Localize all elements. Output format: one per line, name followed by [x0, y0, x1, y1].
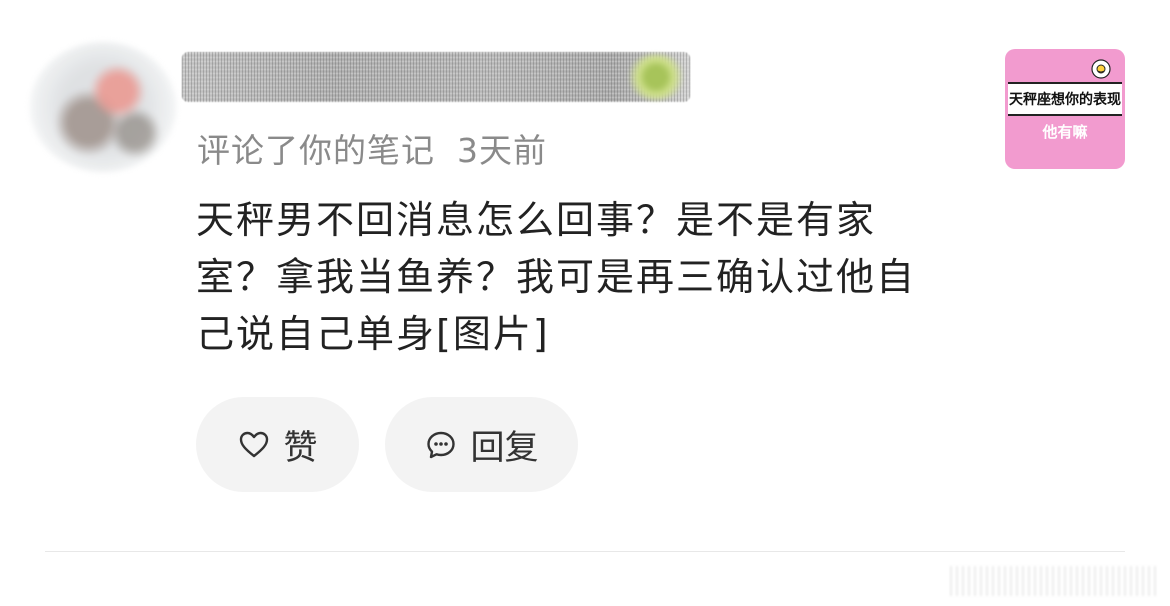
note-thumbnail[interactable]: 天秤座想你的表现 他有嘛	[1005, 49, 1125, 169]
watermark-blurred	[950, 566, 1160, 596]
thumbnail-subtitle: 他有嘛	[1042, 123, 1088, 141]
comment-time: 3天前	[457, 131, 547, 170]
user-avatar[interactable]	[30, 42, 176, 172]
heart-icon	[238, 429, 270, 461]
divider	[45, 551, 1125, 552]
like-label: 赞	[283, 428, 318, 468]
meta-action-text: 评论了你的笔记	[197, 131, 435, 170]
comment-text: 天秤男不回消息怎么回事？是不是有家室？拿我当鱼养？我可是再三确认过他自己说自己单…	[196, 198, 917, 356]
flower-icon	[1091, 59, 1111, 79]
comment-meta: 评论了你的笔记 3天前	[197, 124, 547, 172]
chat-bubble-icon	[425, 429, 457, 461]
like-button[interactable]: 赞	[196, 397, 359, 492]
thumbnail-title: 天秤座想你的表现	[1008, 82, 1122, 116]
username-blurred[interactable]	[182, 52, 690, 102]
reply-label: 回复	[470, 428, 539, 468]
reply-button[interactable]: 回复	[385, 397, 578, 492]
